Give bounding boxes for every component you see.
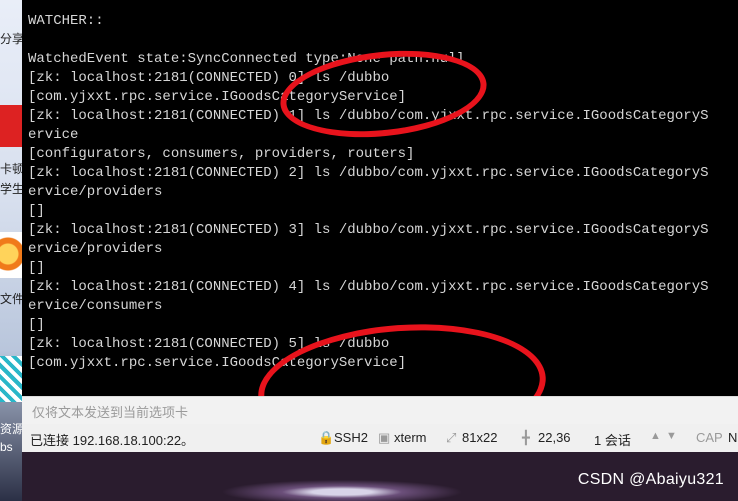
terminal-line: [] [28,203,45,219]
send-to-tab-input[interactable]: 仅将文本发送到当前选项卡 [22,396,738,425]
terminal-icon: ▣ [378,430,391,445]
terminal-line: [zk: localhost:2181(CONNECTED) 0] ls /du… [28,70,390,86]
csdn-watermark: CSDN @Abaiyu321 [577,471,724,488]
session-count: 1 会话 [594,433,631,448]
send-to-tab-placeholder: 仅将文本发送到当前选项卡 [32,405,189,420]
cursor-icon: ╋ [522,430,530,445]
terminal-line: ervice [28,127,79,143]
desktop-app-icon[interactable] [0,105,22,147]
terminal-output[interactable]: WATCHER:: WatchedEvent state:SyncConnecte… [22,0,738,396]
lock-icon: 🔒 [318,430,335,445]
terminal-line: [zk: localhost:2181(CONNECTED) 2] ls /du… [28,165,709,181]
protocol: SSH2 [334,430,368,445]
connection-status: 已连接 192.168.18.100:22。 [30,433,195,448]
terminal-line: [com.yjxxt.rpc.service.IGoodsCategorySer… [28,89,407,105]
scroll-down-arrow-icon[interactable]: ▼ [666,430,677,442]
terminal-line: [configurators, consumers, providers, ro… [28,146,415,162]
terminal-type: xterm [394,430,427,445]
desktop-label-fragment: 卡顿 [0,162,22,176]
terminal-line: [zk: localhost:2181(CONNECTED) 5] ls /du… [28,336,390,352]
size-icon: ⤢ [446,430,457,445]
terminal-line: [] [28,260,45,276]
terminal-line: ervice/providers [28,184,163,200]
status-bar: 已连接 192.168.18.100:22。 🔒 SSH2 ▣ xterm ⤢ … [22,424,738,452]
terminal-line: [zk: localhost:2181(CONNECTED) 3] ls /du… [28,222,709,238]
terminal-size: 81x22 [462,430,498,445]
desktop-label-fragment: 资源 [0,422,22,436]
terminal-line: ervice/consumers [28,298,163,314]
terminal-line: [zk: localhost:2181(CONNECTED) 4] ls /du… [28,279,709,295]
desktop-app-icon[interactable] [0,356,22,402]
caps-lock-indicator: CAP [696,430,723,445]
terminal-line: [] [28,317,45,333]
desktop-background-left: 分享 卡顿 学生 文件 资源 bs [0,0,22,501]
terminal-line: ervice/providers [28,241,163,257]
terminal-lines: WATCHER:: WatchedEvent state:SyncConnecte… [22,12,738,373]
desktop-label-fragment: 文件 [0,292,22,306]
terminal-line: WATCHER:: [28,13,104,29]
desktop-app-icon[interactable] [0,232,22,278]
desktop-label-fragment: 分享 [0,32,22,46]
terminal-line: [com.yjxxt.rpc.service.IGoodsCategorySer… [28,355,407,371]
cursor-position: 22,36 [538,430,571,445]
scroll-up-arrow-icon[interactable]: ▲ [650,430,661,442]
desktop-label-fragment: 学生 [0,182,22,196]
terminal-line: WatchedEvent state:SyncConnected type:No… [28,51,465,67]
desktop-label-fragment: bs [0,440,13,454]
num-lock-indicator: N [728,430,738,445]
terminal-line: [zk: localhost:2181(CONNECTED) 1] ls /du… [28,108,709,124]
